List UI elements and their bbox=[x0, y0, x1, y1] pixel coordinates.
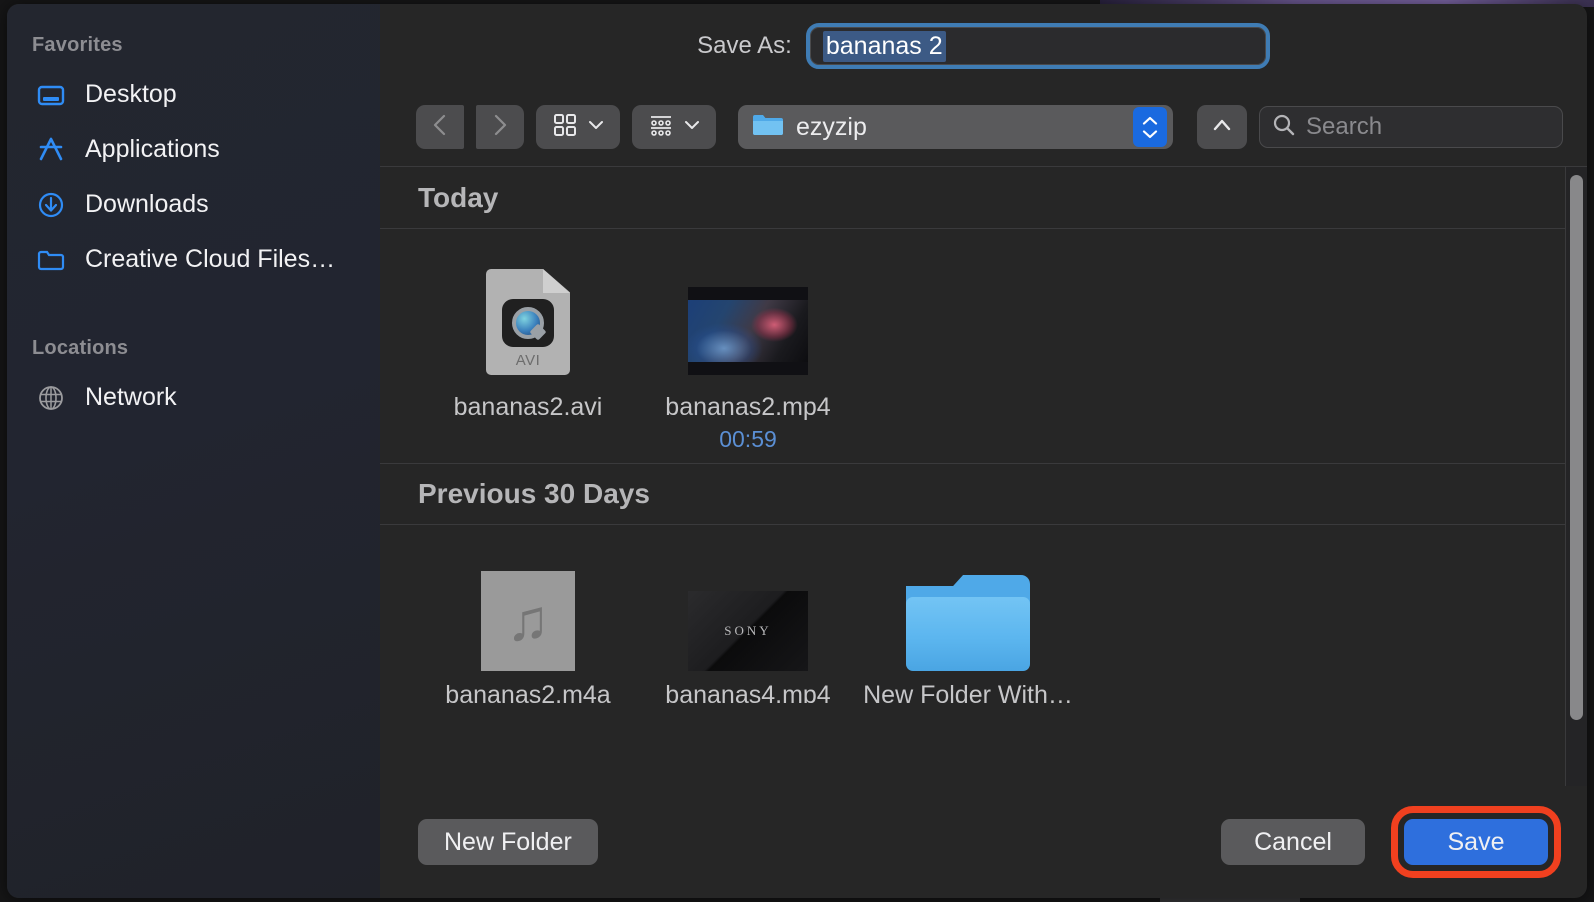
file-item-duration: 00:59 bbox=[719, 426, 777, 452]
sidebar-item-label: Desktop bbox=[85, 80, 177, 108]
file-item-bananas2-mp4[interactable]: bananas2.mp4 00:59 bbox=[638, 255, 858, 453]
music-note-icon: ♫ bbox=[506, 588, 550, 653]
downloads-icon bbox=[35, 189, 67, 221]
grid-view-icon bbox=[552, 112, 578, 143]
section-header-previous-30-days: Previous 30 Days bbox=[380, 463, 1587, 525]
location-popup-label: ezyzip bbox=[796, 112, 867, 141]
sidebar-item-creative-cloud-files[interactable]: Creative Cloud Files… bbox=[7, 232, 380, 287]
save-button-wrapper: Save bbox=[1391, 806, 1561, 878]
applications-icon bbox=[35, 134, 67, 166]
globe-icon bbox=[35, 382, 67, 414]
sidebar: Favorites Desktop Applications Downloads… bbox=[7, 4, 380, 898]
chevron-down-icon bbox=[588, 118, 604, 136]
thumbnail: ♫ bbox=[481, 551, 575, 671]
sidebar-item-downloads[interactable]: Downloads bbox=[7, 177, 380, 232]
file-item-label: New Folder With… bbox=[863, 681, 1073, 703]
new-folder-button[interactable]: New Folder bbox=[418, 819, 598, 865]
sidebar-item-applications[interactable]: Applications bbox=[7, 122, 380, 177]
save-dialog: Favorites Desktop Applications Downloads… bbox=[7, 4, 1587, 898]
file-item-label: bananas2.m4a bbox=[445, 681, 611, 703]
forward-button[interactable] bbox=[476, 105, 524, 149]
sidebar-item-label: Downloads bbox=[85, 190, 209, 218]
background-bottom-edge bbox=[1160, 898, 1300, 902]
chevron-up-icon bbox=[1211, 117, 1233, 138]
avi-document-icon: AVI bbox=[486, 269, 570, 375]
sidebar-item-label: Applications bbox=[85, 135, 220, 163]
section-header-today: Today bbox=[380, 167, 1587, 229]
dialog-main-pane: Save As: bananas 2 ezyzip Search Today A… bbox=[380, 4, 1587, 898]
folder-icon bbox=[35, 244, 67, 276]
file-item-new-folder-with[interactable] bbox=[858, 551, 1078, 671]
thumbnail: AVI bbox=[486, 255, 570, 375]
desktop-icon bbox=[35, 79, 67, 111]
music-thumbnail: ♫ bbox=[481, 571, 575, 671]
scrollbar-thumb[interactable] bbox=[1570, 175, 1583, 720]
file-item-music[interactable]: ♫ bbox=[418, 551, 638, 671]
vertical-scrollbar[interactable] bbox=[1565, 167, 1587, 786]
up-down-stepper-icon[interactable] bbox=[1133, 107, 1167, 147]
view-mode-grid-button[interactable] bbox=[536, 105, 620, 149]
save-as-label: Save As: bbox=[697, 32, 792, 59]
folder-icon bbox=[906, 575, 1030, 671]
chevron-right-icon bbox=[489, 112, 511, 143]
thumbnail bbox=[688, 255, 808, 375]
file-item-label: bananas2.avi bbox=[453, 393, 603, 421]
sony-video-thumbnail: SONY bbox=[688, 591, 808, 671]
sony-logo-text: SONY bbox=[724, 623, 772, 638]
chevron-left-icon bbox=[429, 112, 451, 143]
chevron-down-icon bbox=[684, 118, 700, 136]
file-row-previous-30-days: ♫ SONY bbox=[380, 525, 1587, 681]
sidebar-section-favorites-header: Favorites bbox=[32, 34, 123, 56]
file-item-bananas2-avi[interactable]: AVI bananas2.avi bbox=[418, 255, 638, 453]
sidebar-item-label: Network bbox=[85, 383, 177, 411]
sidebar-section-locations-header: Locations bbox=[32, 337, 129, 359]
folder-icon bbox=[752, 112, 784, 143]
search-input[interactable] bbox=[1306, 113, 1550, 141]
thumbnail: SONY bbox=[688, 551, 808, 671]
focus-ring bbox=[805, 23, 1270, 69]
group-by-button[interactable] bbox=[632, 105, 716, 149]
file-row-previous-30-days-labels: bananas2.m4a bananas4.mp4 New Folder Wit… bbox=[380, 681, 1587, 703]
sidebar-item-label: Creative Cloud Files… bbox=[85, 245, 336, 273]
file-item-label: bananas4.mp4 bbox=[665, 681, 831, 703]
file-item-label: bananas2.mp4 bbox=[665, 393, 831, 421]
dialog-footer: New Folder Cancel Save bbox=[380, 786, 1587, 898]
cancel-button[interactable]: Cancel bbox=[1221, 819, 1365, 865]
search-icon bbox=[1272, 113, 1296, 142]
location-popup-button[interactable]: ezyzip bbox=[738, 105, 1173, 149]
toolbar: ezyzip bbox=[380, 88, 1587, 166]
thumbnail bbox=[906, 551, 1030, 671]
sidebar-item-network[interactable]: Network bbox=[7, 370, 380, 425]
save-button[interactable]: Save bbox=[1404, 819, 1548, 865]
back-button[interactable] bbox=[416, 105, 464, 149]
file-row-today: AVI bananas2.avi bananas2.mp4 00:59 bbox=[380, 229, 1587, 463]
file-item-sony-video[interactable]: SONY bbox=[638, 551, 858, 671]
filename-input-wrapper[interactable]: bananas 2 bbox=[805, 23, 1270, 69]
file-browser[interactable]: Today AVI bananas2.avi bananas2.mp4 00:5… bbox=[380, 166, 1587, 786]
group-view-icon bbox=[648, 112, 674, 143]
search-field[interactable] bbox=[1259, 106, 1563, 148]
video-thumbnail bbox=[688, 287, 808, 375]
go-up-button[interactable] bbox=[1197, 105, 1247, 149]
save-as-row: Save As: bananas 2 bbox=[380, 4, 1587, 88]
footer-actions: Cancel Save bbox=[1221, 806, 1561, 878]
sidebar-item-desktop[interactable]: Desktop bbox=[7, 67, 380, 122]
